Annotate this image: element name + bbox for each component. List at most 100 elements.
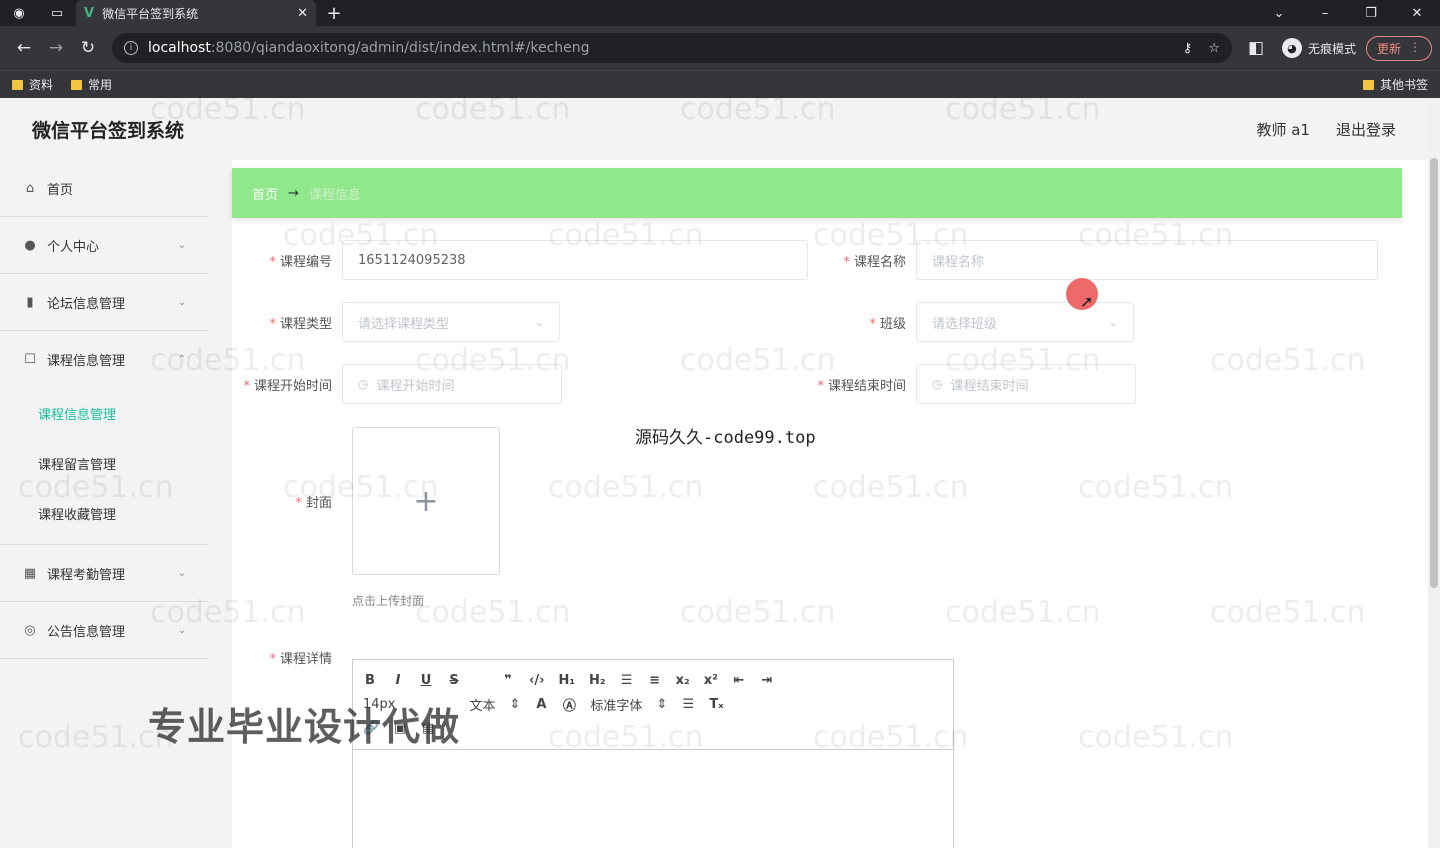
bookmark-folder[interactable]: 常用: [71, 76, 112, 93]
globe-icon: ◎: [24, 622, 36, 638]
browser-menu-icon[interactable]: ◉: [0, 0, 38, 26]
chevron-down-icon: ⌄: [177, 296, 186, 308]
indent-icon[interactable]: ⇥: [760, 673, 774, 688]
subscript-icon[interactable]: x₂: [676, 673, 690, 688]
reload-icon[interactable]: ↻: [72, 38, 104, 58]
code-icon[interactable]: ‹/›: [529, 673, 544, 688]
app-title: 微信平台签到系统: [32, 119, 185, 142]
font-family-select[interactable]: 标准字体: [590, 695, 642, 714]
incognito-icon: ◕: [1281, 38, 1302, 58]
breadcrumb-current: 课程信息: [308, 187, 361, 203]
background-color-icon[interactable]: Ⓐ: [562, 695, 576, 714]
back-icon[interactable]: ←: [8, 38, 40, 58]
other-bookmarks[interactable]: 其他书签: [1362, 76, 1428, 93]
restore-button[interactable]: ❐: [1348, 6, 1394, 21]
course-name-input[interactable]: 课程名称: [916, 240, 1378, 280]
minimize-button[interactable]: –: [1302, 6, 1348, 21]
incognito-indicator[interactable]: ◕ 无痕模式: [1281, 38, 1356, 58]
breadcrumb-home[interactable]: 首页: [252, 184, 278, 203]
detail-label: * 课程详情: [269, 652, 332, 667]
heading1-icon[interactable]: H₁: [558, 673, 575, 688]
class-select[interactable]: 请选择班级 ⌄: [916, 302, 1134, 342]
sidebar-item-forum[interactable]: ▮ 论坛信息管理 ⌄: [0, 274, 208, 331]
vue-favicon-icon: V: [84, 5, 95, 21]
sidebar-item-label: 公告信息管理: [47, 624, 126, 640]
bookmark-label: 常用: [88, 78, 113, 92]
sidebar-item-attendance[interactable]: ▦ 课程考勤管理 ⌄: [0, 545, 208, 602]
site-info-icon[interactable]: i: [124, 41, 138, 55]
text-type-select[interactable]: 文本: [470, 695, 496, 714]
overlay-center-text: 源码久久-code99.top: [635, 428, 816, 448]
sidebar-item-course[interactable]: ☐ 课程信息管理 ⌃: [0, 331, 208, 388]
form-row-course-name: * 课程名称 课程名称: [806, 240, 1378, 280]
other-bookmarks-label: 其他书签: [1379, 78, 1428, 92]
logout-link[interactable]: 退出登录: [1336, 119, 1396, 140]
sidebar-item-label: 个人中心: [47, 239, 100, 255]
forward-icon[interactable]: →: [40, 38, 72, 58]
sidebar-item-personal-center[interactable]: ● 个人中心 ⌄: [0, 217, 208, 274]
sidebar-item-home[interactable]: ⌂ 首页: [0, 160, 208, 217]
plus-icon: +: [413, 483, 439, 519]
clear-format-icon[interactable]: Tₓ: [709, 697, 723, 712]
outdent-icon[interactable]: ⇤: [732, 673, 746, 688]
star-icon[interactable]: ☆: [1208, 41, 1220, 56]
underline-icon[interactable]: U: [419, 673, 433, 688]
home-icon: ⌂: [25, 180, 35, 196]
end-time-placeholder: 课程结束时间: [950, 378, 1029, 394]
font-color-icon[interactable]: A: [534, 697, 548, 712]
end-time-picker[interactable]: ◷ 课程结束时间: [916, 364, 1136, 404]
cover-upload-button[interactable]: +: [352, 427, 500, 575]
submenu-course-favorite[interactable]: 课程收藏管理: [0, 488, 208, 538]
submenu-course-info[interactable]: 课程信息管理: [0, 388, 208, 438]
folder-icon: [71, 79, 83, 90]
square-icon: ☐: [24, 352, 36, 367]
browser-tab[interactable]: V 微信平台签到系统 ✕: [76, 0, 316, 26]
side-panel-icon[interactable]: ◧: [1240, 38, 1272, 58]
form-row-course-type: * 课程类型 请选择课程类型 ⌄: [232, 302, 560, 342]
start-time-picker[interactable]: ◷ 课程开始时间: [342, 364, 562, 404]
close-tab-icon[interactable]: ✕: [297, 6, 308, 21]
key-icon[interactable]: ⚷: [1183, 41, 1193, 56]
italic-icon[interactable]: I: [391, 673, 405, 688]
bullet-list-icon[interactable]: ≡: [648, 673, 662, 688]
form-row-detail: * 课程详情: [232, 648, 342, 667]
form-row-cover: * 封面: [232, 492, 342, 511]
sidebar-item-notice[interactable]: ◎ 公告信息管理 ⌄: [0, 602, 208, 659]
course-no-label: * 课程编号: [269, 254, 332, 270]
close-window-button[interactable]: ✕: [1394, 6, 1440, 21]
sidebar-item-label: 课程考勤管理: [47, 567, 126, 583]
align-icon[interactable]: ☰: [681, 697, 695, 712]
superscript-icon[interactable]: x²: [704, 673, 718, 688]
ordered-list-icon[interactable]: ☰: [620, 673, 634, 688]
bookmark-folder[interactable]: 资料: [12, 76, 53, 93]
update-label: 更新: [1376, 41, 1401, 56]
course-type-select[interactable]: 请选择课程类型 ⌄: [342, 302, 560, 342]
class-label: * 班级: [869, 316, 906, 332]
sidebar-item-label: 首页: [47, 182, 74, 198]
course-no-input[interactable]: 1651124095238: [342, 240, 808, 280]
course-submenu: 课程信息管理 课程留言管理 课程收藏管理: [0, 388, 208, 545]
end-time-label: * 课程结束时间: [817, 378, 906, 394]
bold-icon[interactable]: B: [363, 673, 377, 688]
clock-icon: ◷: [358, 377, 369, 391]
heading2-icon[interactable]: H₂: [589, 673, 606, 688]
start-time-placeholder: 课程开始时间: [376, 378, 455, 394]
upload-tip: 点击上传封面: [352, 594, 425, 608]
overlay-promo-text: 专业毕业设计代做: [148, 705, 461, 749]
submenu-course-message[interactable]: 课程留言管理: [0, 438, 208, 488]
bookmarks-bar: 资料 常用 其他书签: [0, 70, 1440, 98]
kebab-menu-icon: ⋮: [1409, 39, 1421, 54]
tab-search-icon[interactable]: ▭: [38, 0, 76, 26]
editor-content[interactable]: [353, 750, 953, 848]
chart-icon: ▮: [26, 294, 34, 310]
tab-list-icon[interactable]: ⌄: [1256, 6, 1302, 21]
page-scrollbar[interactable]: [1428, 98, 1440, 848]
strikethrough-icon[interactable]: S: [447, 673, 461, 688]
course-type-placeholder: 请选择课程类型: [358, 316, 450, 332]
clock-icon: ◷: [932, 377, 943, 391]
blockquote-icon[interactable]: ❞: [501, 673, 515, 688]
url-input[interactable]: i localhost :8080/qiandaoxitong/admin/di…: [112, 33, 1232, 63]
scrollbar-thumb[interactable]: [1430, 158, 1438, 588]
update-button[interactable]: 更新 ⋮: [1365, 35, 1432, 61]
new-tab-button[interactable]: +: [316, 3, 352, 24]
